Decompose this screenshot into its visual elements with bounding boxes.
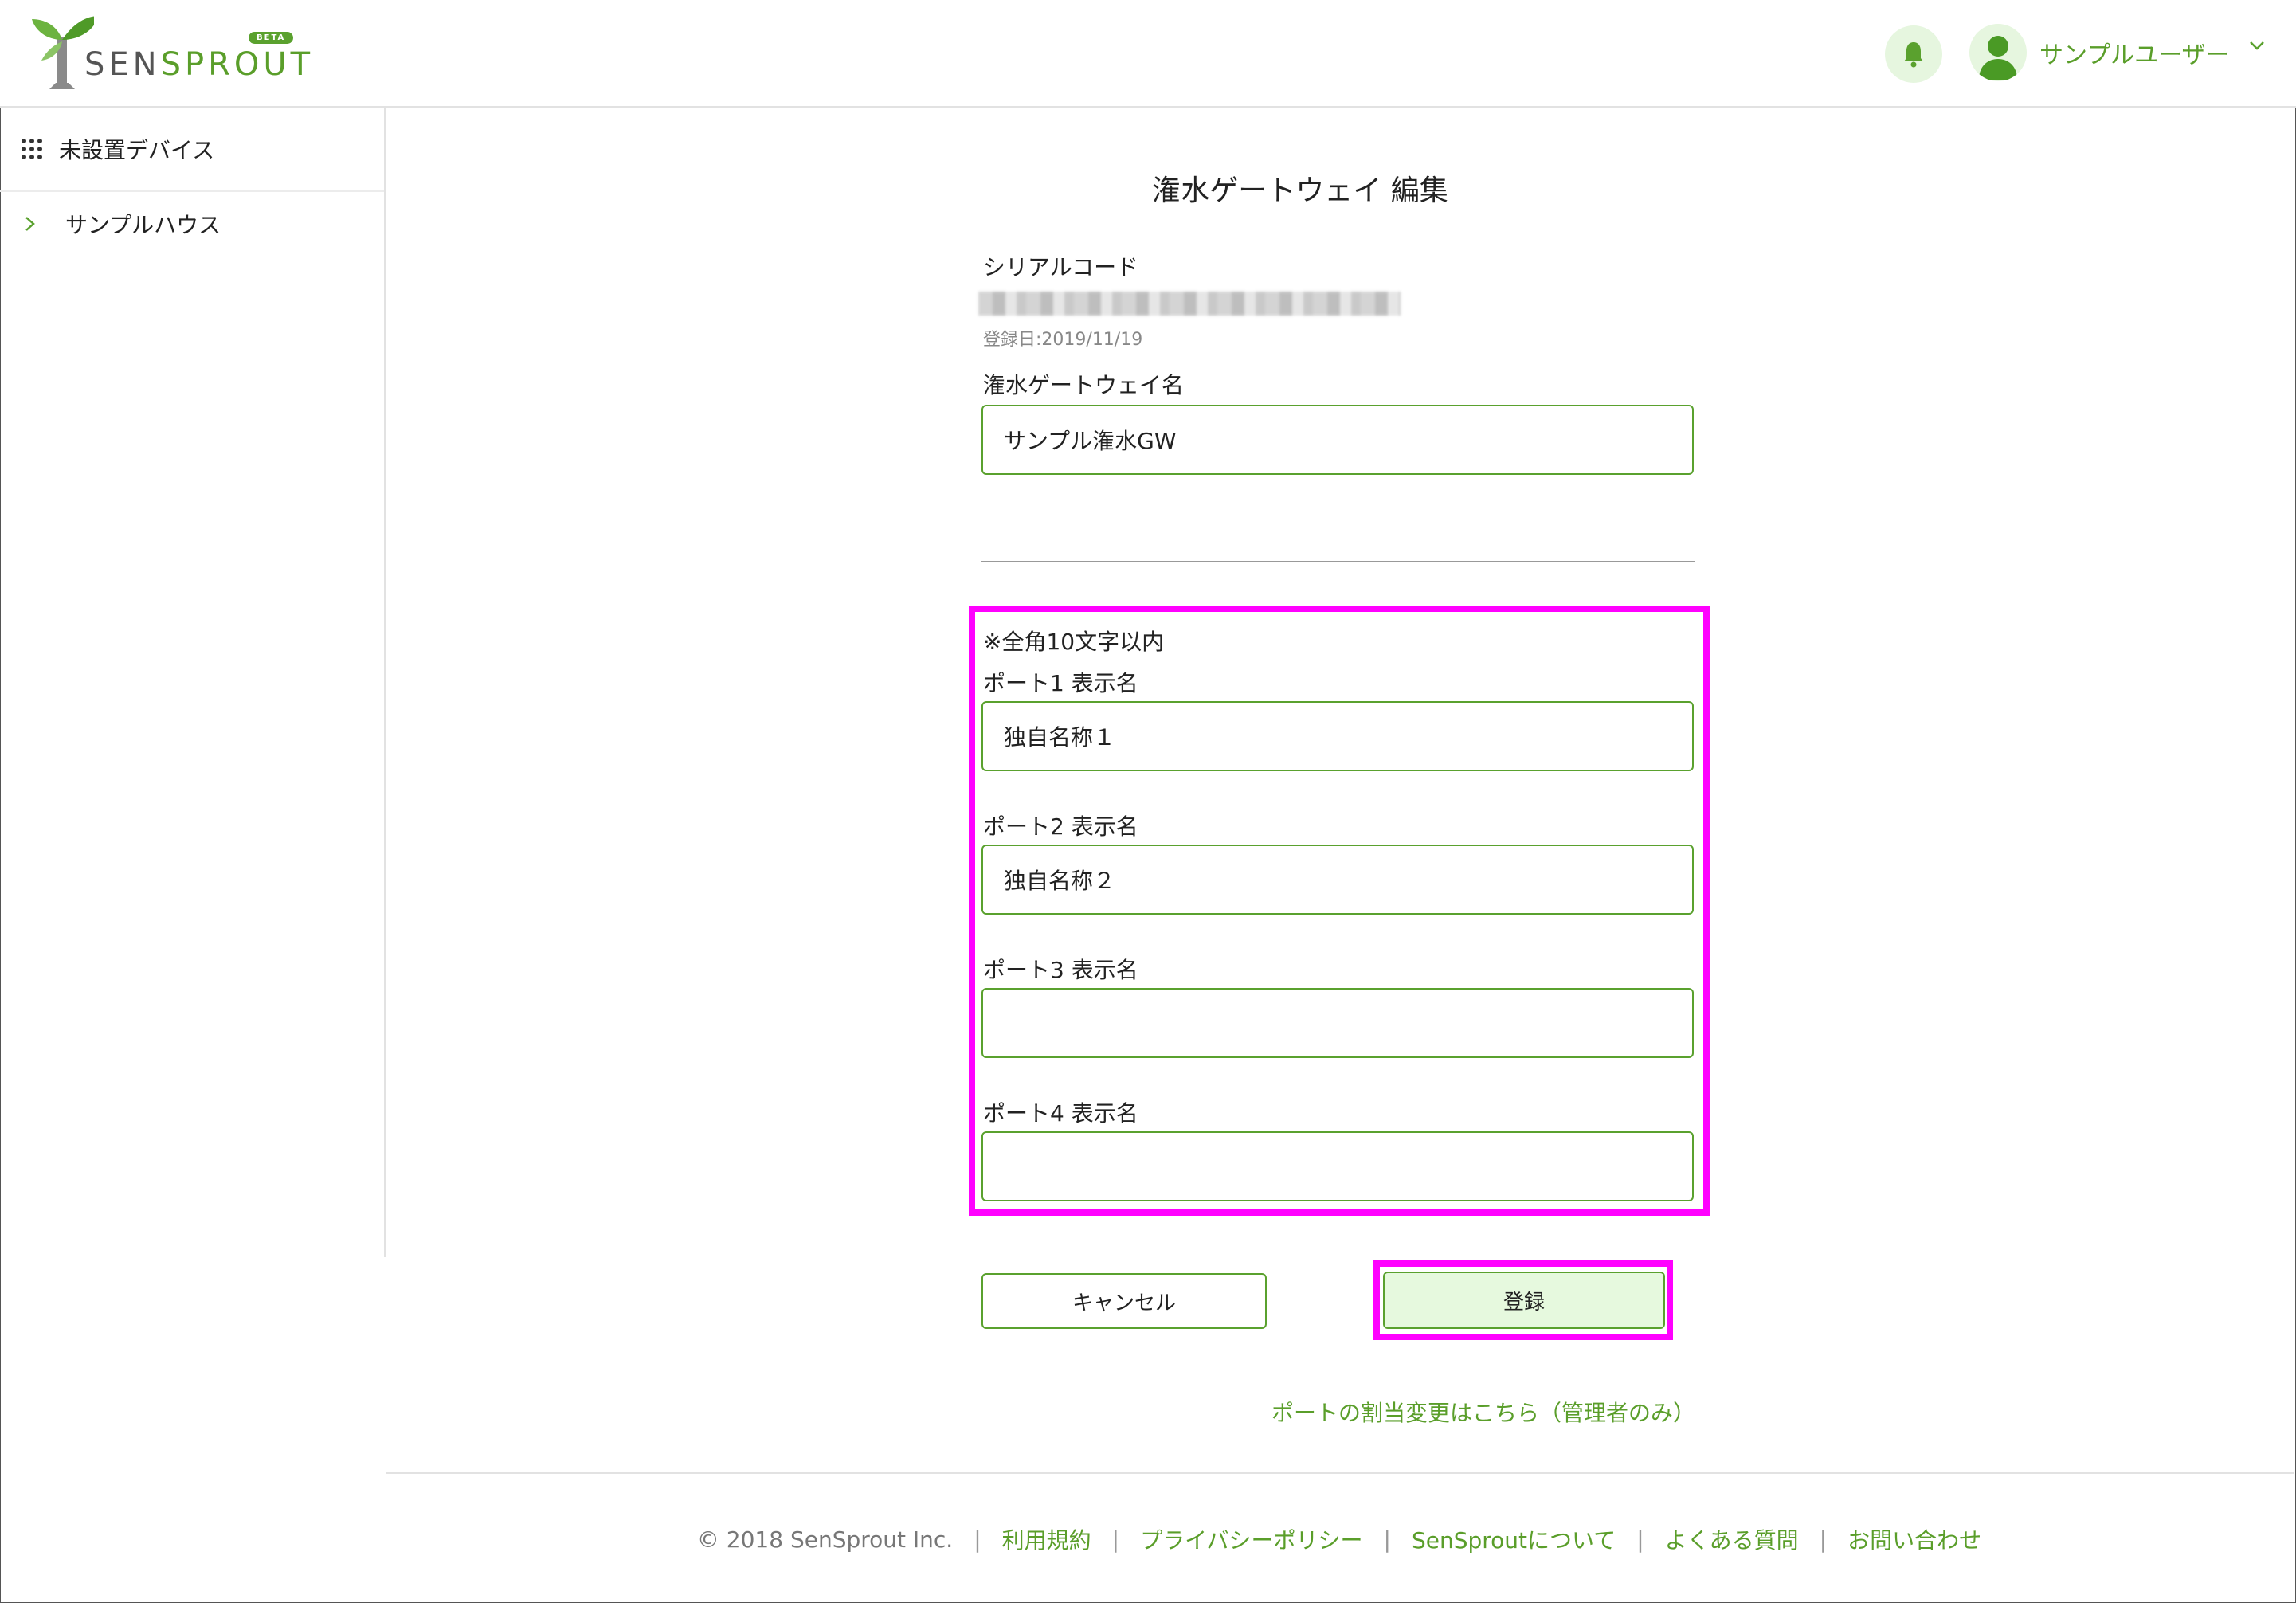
port1-name-input[interactable] [981,701,1694,771]
cancel-button[interactable]: キャンセル [981,1273,1267,1329]
user-menu-name[interactable]: サンプルユーザー [2039,35,2230,70]
port-assignment-link[interactable]: ポートの割当変更はこちら（管理者のみ） [1271,1396,1695,1428]
footer-separator: | [1636,1526,1644,1553]
footer-link-contact[interactable]: お問い合わせ [1847,1523,1981,1555]
sidebar-item-sample-house[interactable]: サンプルハウス [0,192,384,256]
footer-link-faq[interactable]: よくある質問 [1665,1523,1799,1555]
notification-button[interactable] [1885,25,1942,83]
port4-label: ポート4 表示名 [983,1100,1138,1127]
header: SENSPROUT BETA サンプルユーザー [0,0,2296,108]
gateway-name-input[interactable] [981,405,1694,475]
port2-label: ポート2 表示名 [983,813,1138,840]
chevron-right-icon [25,217,35,231]
port2-name-input[interactable] [981,845,1694,915]
user-avatar-icon[interactable] [1969,24,2027,81]
page-title: 潅水ゲートウェイ 編集 [1152,174,1448,207]
section-divider [981,561,1695,562]
footer-separator: | [1383,1526,1391,1553]
submit-button[interactable]: 登録 [1383,1272,1665,1329]
grid-icon [22,139,42,159]
sidebar-item-label: サンプルハウス [65,212,221,238]
chevron-down-icon[interactable] [2248,37,2266,54]
registered-date: 登録日:2019/11/19 [983,330,1143,350]
sidebar-item-label: 未設置デバイス [59,137,215,163]
port1-label: ポート1 表示名 [983,670,1138,696]
logo[interactable]: SENSPROUT BETA [30,13,310,92]
port4-name-input[interactable] [981,1131,1694,1201]
beta-badge: BETA [249,32,294,44]
footer: © 2018 SenSprout Inc. | 利用規約 | プライバシーポリシ… [191,1523,2296,1555]
footer-link-privacy[interactable]: プライバシーポリシー [1140,1523,1362,1555]
footer-separator: | [1111,1526,1120,1553]
sidebar-item-uninstalled-devices[interactable]: 未設置デバイス [0,108,384,192]
serial-code-label: シリアルコード [983,254,1139,280]
footer-separator: | [974,1526,981,1553]
gateway-name-label: 潅水ゲートウェイ名 [983,372,1185,398]
copyright: © 2018 SenSprout Inc. [696,1526,954,1553]
footer-separator: | [1819,1526,1828,1553]
sidebar: 未設置デバイス サンプルハウス [0,108,386,1257]
footer-divider [386,1472,2294,1474]
footer-link-about[interactable]: SenSproutについて [1412,1523,1616,1555]
serial-code-value-redacted [978,292,1401,316]
logo-text: SENSPROUT [84,46,315,83]
char-limit-note: ※全角10文字以内 [983,629,1165,655]
bell-icon [1904,42,1923,68]
port3-label: ポート3 表示名 [983,957,1138,983]
footer-link-terms[interactable]: 利用規約 [1002,1523,1091,1555]
port3-name-input[interactable] [981,988,1694,1058]
